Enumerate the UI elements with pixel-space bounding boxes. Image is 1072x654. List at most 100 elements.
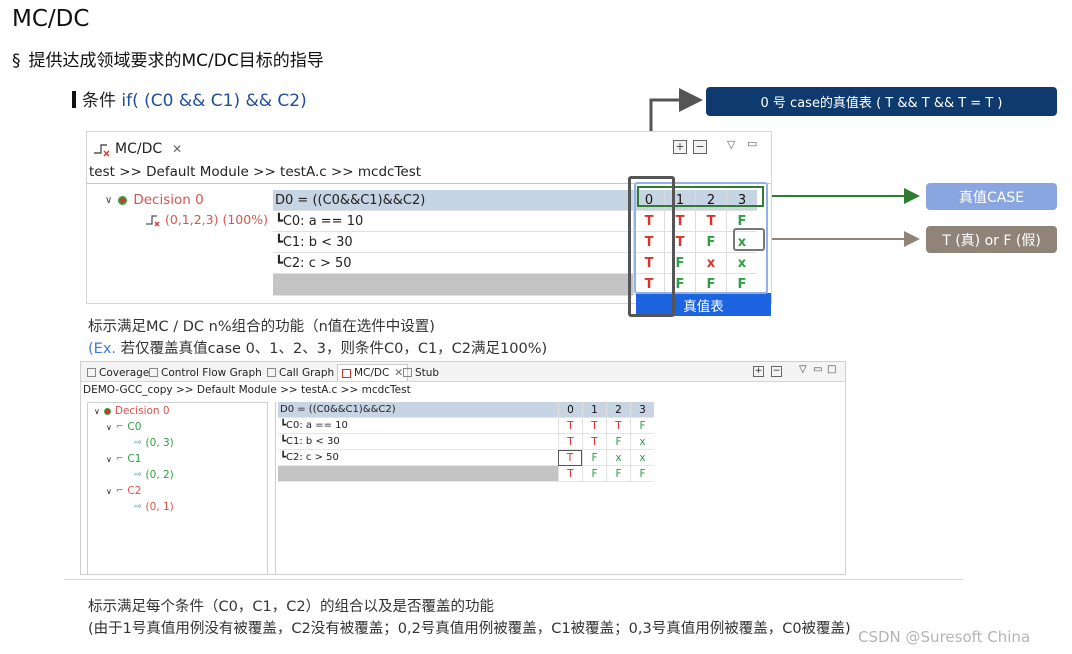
truth-cell[interactable]: T [582,418,606,434]
condition-row[interactable]: ┗ C2: c > 50 [273,253,633,274]
case0-highlight [628,176,675,317]
breadcrumb: test >> Default Module >> testA.c >> mcd… [89,164,422,180]
column-header: 2 [606,402,630,418]
truth-cell[interactable]: T [558,434,582,450]
tree-item-c2-pair[interactable]: ⇨ (0, 1) [134,501,174,513]
bottom-text-1: 标示满足每个条件（C0，C1，C2）的组合以及是否覆盖的功能 [88,599,495,615]
combination-label: (0,1,2,3) (100%) [165,212,268,227]
minimize-icon[interactable]: ▭ [747,137,757,150]
callout-true-case: 真值CASE [926,183,1057,210]
result-cell[interactable]: F [630,466,654,482]
result-cell[interactable]: F [582,466,606,482]
tree-item-decision[interactable]: ∨ Decision 0 [94,405,170,417]
mcdc-icon [342,368,351,378]
value-row: T F x x [558,450,654,466]
tree-item-c0[interactable]: ∨ ⌐ C0 [106,421,141,433]
result-row: T F F F [558,466,654,482]
view-tabbar: Coverage Control Flow Graph Call Graph M… [81,362,845,382]
collapse-all-icon[interactable]: − [693,140,707,154]
column-header: 0 [558,402,582,418]
close-icon[interactable]: ✕ [172,142,182,156]
flow-graph-icon [149,368,158,377]
decision-tree: ∨ Decision 0 (0,1,2,3) (100%) [105,192,268,227]
truth-cell-selected[interactable]: T [558,450,582,466]
decision-icon [118,195,128,205]
condition-icon: ⌐ [115,486,124,496]
condition-row[interactable]: ┗ C2: c > 50 [278,450,558,466]
view-menu-icon[interactable]: ▽ [727,138,735,151]
tree-item-decision[interactable]: ∨ Decision 0 [105,192,268,208]
truth-cell[interactable]: F [582,450,606,466]
column-headers: 0 1 2 3 [558,402,654,418]
condition-row[interactable]: ┗ C1: b < 30 [273,232,633,253]
maximize-icon[interactable]: □ [827,364,836,375]
column-header: 3 [630,402,654,418]
minimize-icon[interactable]: ▭ [813,364,822,375]
value-row: T T F x [558,434,654,450]
view-menu-icon[interactable]: ▽ [799,364,807,375]
bottom-text-2: (由于1号真值用例没有被覆盖，C2没有被覆盖；0,2号真值用例被覆盖，C1被覆盖… [88,621,851,637]
truth-cell[interactable]: T [606,418,630,434]
tree-item-combination[interactable]: (0,1,2,3) (100%) [145,212,268,227]
tree-item-c0-pair[interactable]: ⇨ (0, 3) [134,437,174,449]
truth-cell[interactable]: T [582,434,606,450]
chevron-down-icon[interactable]: ∨ [106,455,112,464]
column-header: 1 [582,402,606,418]
callout-t-or-f: T (真) or F (假) [926,226,1057,253]
example-tag: (Ex. [88,341,117,357]
callout-case0: 0 号 case的真值表 ( T && T && T = T ) [706,87,1057,116]
watermark: CSDN @Suresoft China [858,628,1031,646]
truth-cell[interactable]: F [606,434,630,450]
result-cell[interactable]: F [606,466,630,482]
chevron-down-icon[interactable]: ∨ [94,407,100,416]
expand-all-icon[interactable]: + [673,140,687,154]
arrow-right-icon: ⇨ [134,502,142,512]
result-row-label [273,274,633,296]
section-divider [64,579,964,580]
value-row: T T T F [558,418,654,434]
stub-icon [403,368,412,377]
tree-item-c1[interactable]: ∨ ⌐ C1 [106,453,141,465]
mcdc-icon [94,144,110,157]
truth-cell[interactable]: F [630,418,654,434]
chevron-down-icon[interactable]: ∨ [106,487,112,496]
truth-cell[interactable]: x [630,434,654,450]
view-tabbar: MC/DC ✕ + − ▽ ▭ [87,132,771,162]
mcdc-view-screenshot-2: Coverage Control Flow Graph Call Graph M… [80,361,846,575]
arrow-right-icon: ⇨ [134,470,142,480]
tab-label: MC/DC [115,141,163,157]
collapse-all-icon[interactable]: − [771,366,782,377]
tab-stub[interactable]: Stub [399,364,443,381]
tab-control-flow-graph[interactable]: Control Flow Graph [145,364,266,381]
condition-row[interactable]: ┗ C1: b < 30 [278,434,558,450]
expression-header: D0 = ((C0&&C1)&&C2) [278,402,558,418]
t-or-f-highlight [733,228,765,251]
chevron-down-icon[interactable]: ∨ [106,423,112,432]
decision-tree-panel: ∨ Decision 0 ∨ ⌐ C0 ⇨ (0, 3) ∨ ⌐ C1 ⇨ (0… [87,402,268,575]
tab-mcdc[interactable]: MC/DC ✕ [337,364,409,381]
tab-coverage[interactable]: Coverage [83,364,153,381]
truth-cell[interactable]: T [558,418,582,434]
condition-icon: ⌐ [115,454,124,464]
decision-icon [103,407,111,415]
tree-item-c2[interactable]: ∨ ⌐ C2 [106,485,141,497]
truth-table-panel: D0 = ((C0&&C1)&&C2) ┗ C0: a == 10 ┗ C1: b … [275,402,845,575]
call-graph-icon [267,368,276,377]
result-row-label [278,466,558,482]
tab-call-graph[interactable]: Call Graph [263,364,338,381]
tab-mcdc[interactable]: MC/DC ✕ [89,136,185,162]
mid-text-2: (Ex. 若仅覆盖真值case 0、1、2、3，则条件C0，C1，C2满足100… [88,337,547,358]
condition-row[interactable]: ┗ C0: a == 10 [273,211,633,232]
chevron-down-icon[interactable]: ∨ [105,195,112,206]
condition-row[interactable]: ┗ C0: a == 10 [278,418,558,434]
coverage-icon [87,368,96,377]
truth-cell[interactable]: x [630,450,654,466]
expand-all-icon[interactable]: + [753,366,764,377]
expression-header: D0 = ((C0&&C1)&&C2) [273,190,633,211]
example-text: 若仅覆盖真值case 0、1、2、3，则条件C0，C1，C2满足100%) [116,341,548,357]
tree-item-c1-pair[interactable]: ⇨ (0, 2) [134,469,174,481]
truth-cell[interactable]: x [606,450,630,466]
breadcrumb: DEMO-GCC_copy >> Default Module >> testA… [83,384,411,396]
result-cell[interactable]: T [558,466,582,482]
arrow-right-icon: ⇨ [134,438,142,448]
